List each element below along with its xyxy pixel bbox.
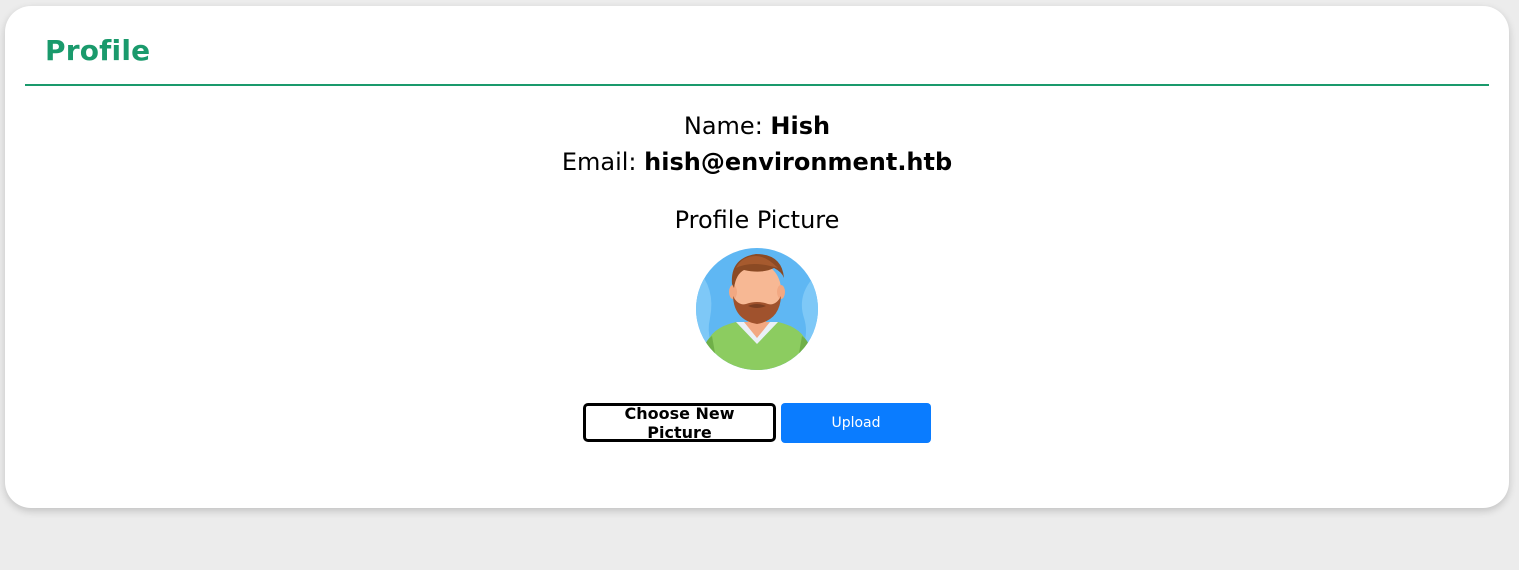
page-title: Profile — [45, 34, 151, 67]
profile-card: Profile Name: Hish Email: hish@environme… — [5, 6, 1509, 508]
avatar-man-beard-icon — [696, 248, 818, 370]
name-label: Name: — [683, 112, 763, 140]
avatar — [696, 248, 818, 370]
email-label: Email: — [561, 148, 637, 176]
name-row: Name: Hish — [5, 108, 1509, 144]
picture-actions: Choose New Picture Upload — [583, 403, 931, 443]
email-row: Email: hish@environment.htb — [5, 144, 1509, 180]
email-value: hish@environment.htb — [644, 148, 953, 176]
name-value: Hish — [770, 112, 831, 140]
profile-info: Name: Hish Email: hish@environment.htb — [5, 108, 1509, 180]
upload-button[interactable]: Upload — [781, 403, 931, 443]
choose-new-picture-button[interactable]: Choose New Picture — [583, 403, 776, 442]
profile-picture-heading: Profile Picture — [674, 206, 840, 234]
title-divider — [25, 84, 1489, 86]
